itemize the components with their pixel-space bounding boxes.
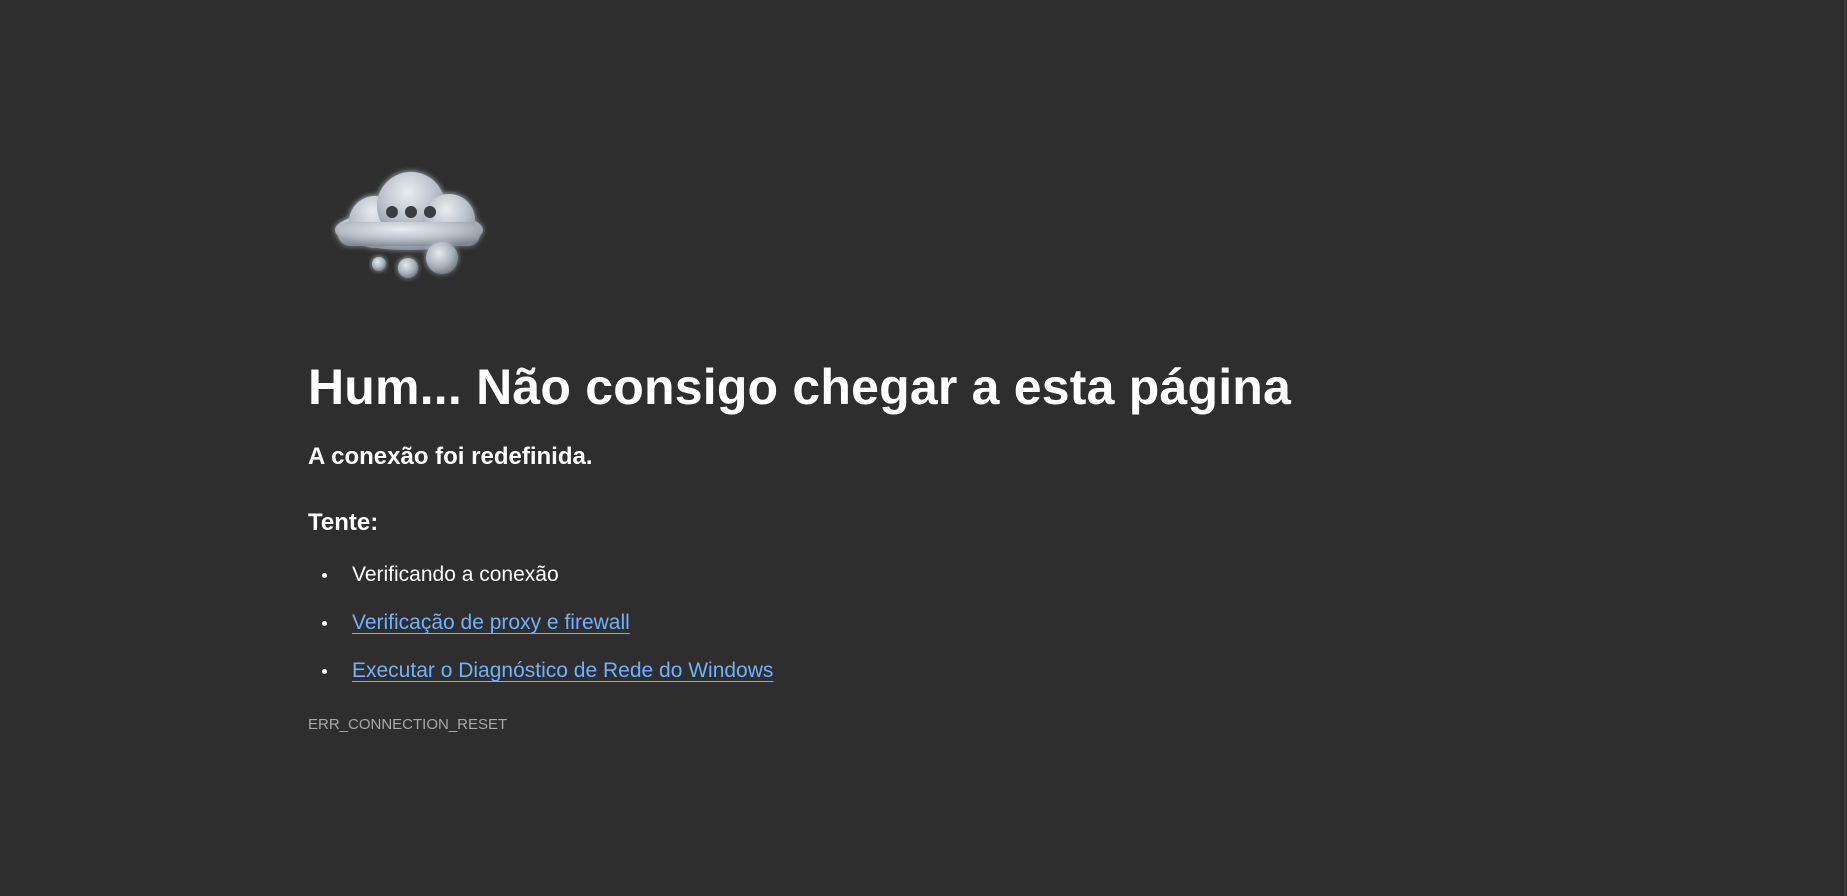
suggestion-proxy-firewall: Verificação de proxy e firewall bbox=[308, 608, 773, 656]
bullet-icon bbox=[322, 573, 327, 578]
suggestions-list: Verificando a conexão Verificação de pro… bbox=[308, 560, 773, 704]
suggestion-check-connection: Verificando a conexão bbox=[308, 560, 773, 608]
bullet-icon bbox=[322, 669, 327, 674]
try-heading: Tente: bbox=[308, 509, 379, 536]
network-diagnostics-link[interactable]: Executar o Diagnóstico de Rede do Window… bbox=[352, 659, 773, 682]
error-description: A conexão foi redefinida. bbox=[308, 443, 593, 470]
thinking-cloud-icon bbox=[324, 160, 494, 290]
error-code: ERR_CONNECTION_RESET bbox=[308, 716, 508, 733]
bullet-icon bbox=[322, 621, 327, 626]
suggestion-network-diagnostics: Executar o Diagnóstico de Rede do Window… bbox=[308, 656, 773, 704]
suggestion-label: Verificando a conexão bbox=[352, 563, 559, 586]
page-title: Hum... Não consigo chegar a esta página bbox=[308, 359, 1292, 415]
proxy-firewall-link[interactable]: Verificação de proxy e firewall bbox=[352, 611, 630, 634]
